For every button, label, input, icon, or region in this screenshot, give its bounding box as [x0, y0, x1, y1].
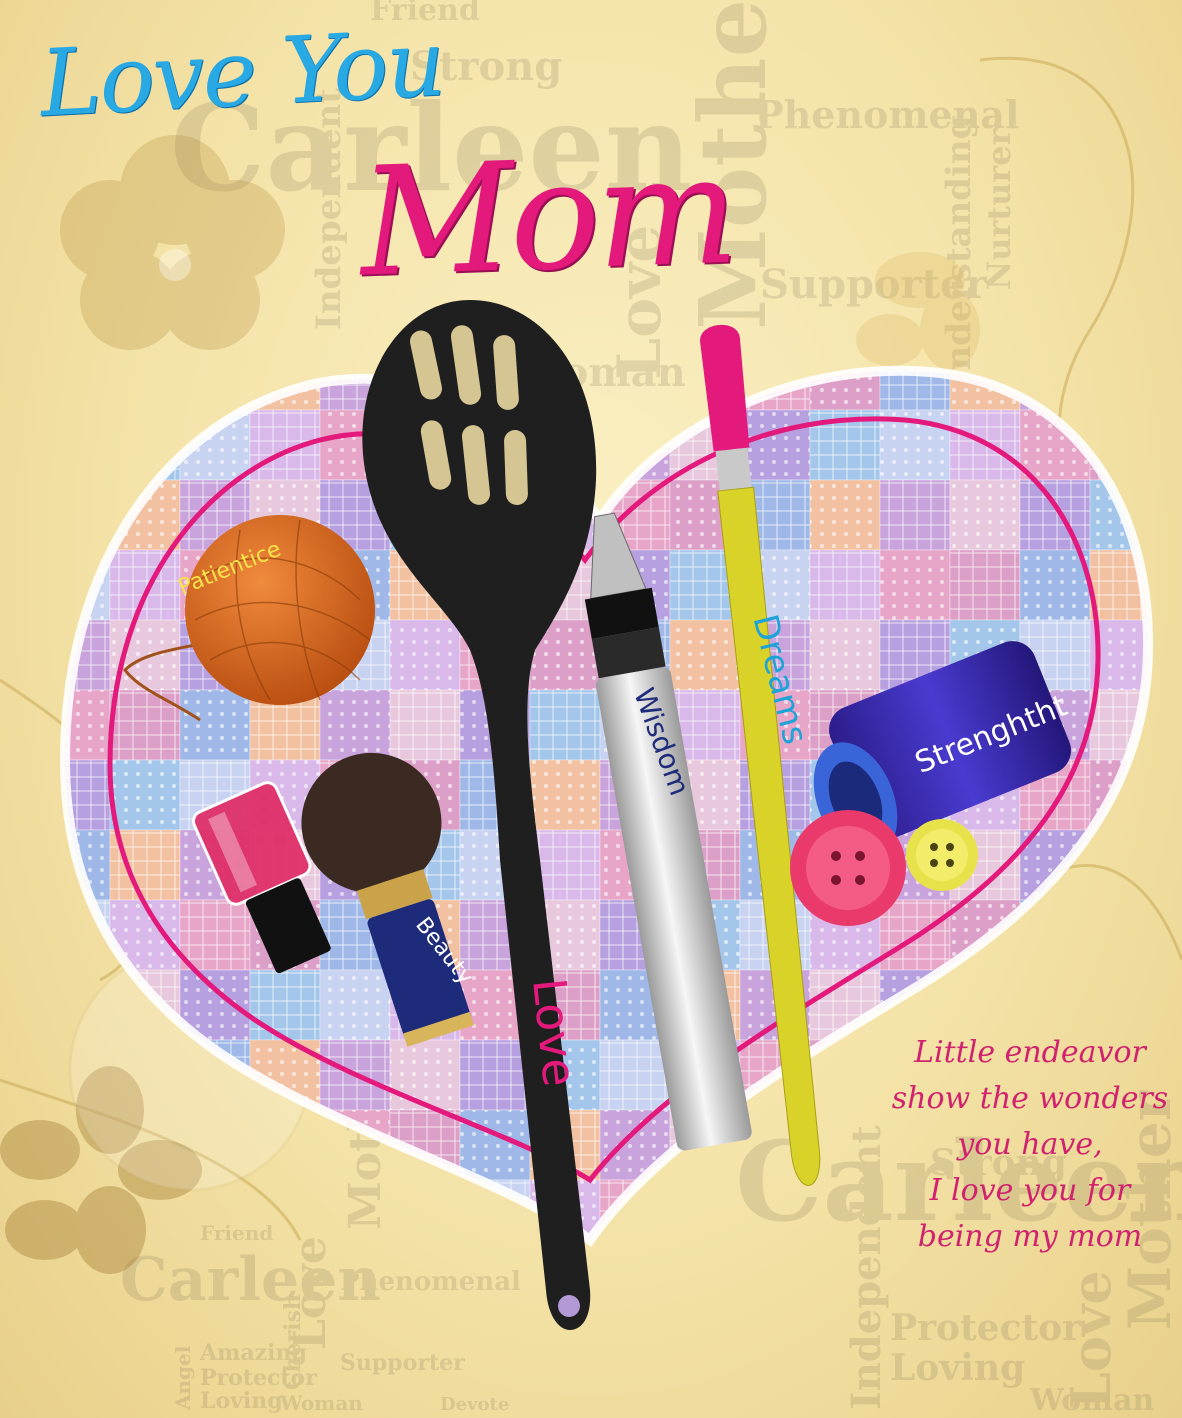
quote-line-5: being my mom	[917, 1219, 1143, 1254]
makeup-brush-icon: Beauty	[301, 752, 478, 1047]
quote-line-4: I love you for	[929, 1173, 1131, 1208]
yarn-ball-icon: Patientice	[123, 515, 375, 722]
greeting-card: Friend Strong Carleen Phenomenal Support…	[0, 0, 1182, 1418]
label-love: Love	[522, 976, 587, 1090]
yellow-button-icon	[906, 819, 978, 891]
quote-line-1: Little endeavor	[914, 1035, 1146, 1070]
fountain-pen-icon: Wisdom	[584, 512, 752, 1151]
quote-line-2: show the wonders	[891, 1081, 1169, 1116]
pink-button-icon	[790, 810, 906, 926]
quote-text: Little endeavor show the wonders you hav…	[880, 1030, 1180, 1260]
quote-line-3: you have,	[957, 1127, 1103, 1162]
